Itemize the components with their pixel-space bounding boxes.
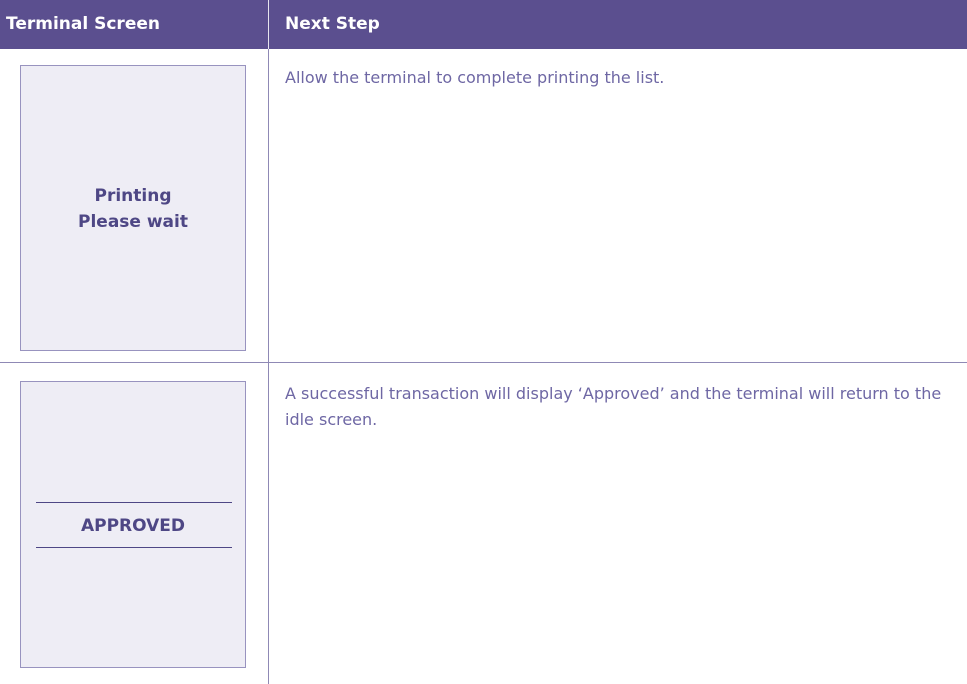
header-next-step: Next Step bbox=[285, 14, 380, 34]
terminal-screen-printing: Printing Please wait bbox=[20, 65, 246, 351]
next-step-text: Allow the terminal to complete printing … bbox=[285, 68, 665, 87]
column-divider bbox=[268, 49, 269, 684]
screen-line-approved: APPROVED bbox=[80, 516, 186, 536]
terminal-screen-text: Printing Please wait bbox=[21, 183, 245, 235]
approved-bottom-rule bbox=[36, 547, 232, 548]
terminal-screen-approved: APPROVED bbox=[20, 381, 246, 668]
approved-top-rule bbox=[36, 502, 232, 503]
screen-line-printing: Printing bbox=[94, 186, 172, 206]
row-divider bbox=[0, 362, 967, 363]
instructions-table: Terminal Screen Next Step Printing Pleas… bbox=[0, 0, 967, 684]
screen-line-please-wait: Please wait bbox=[78, 212, 188, 232]
header-terminal-screen: Terminal Screen bbox=[6, 14, 160, 34]
table-header: Terminal Screen Next Step bbox=[0, 0, 967, 49]
next-step-text: A successful transaction will display ‘A… bbox=[285, 384, 942, 429]
